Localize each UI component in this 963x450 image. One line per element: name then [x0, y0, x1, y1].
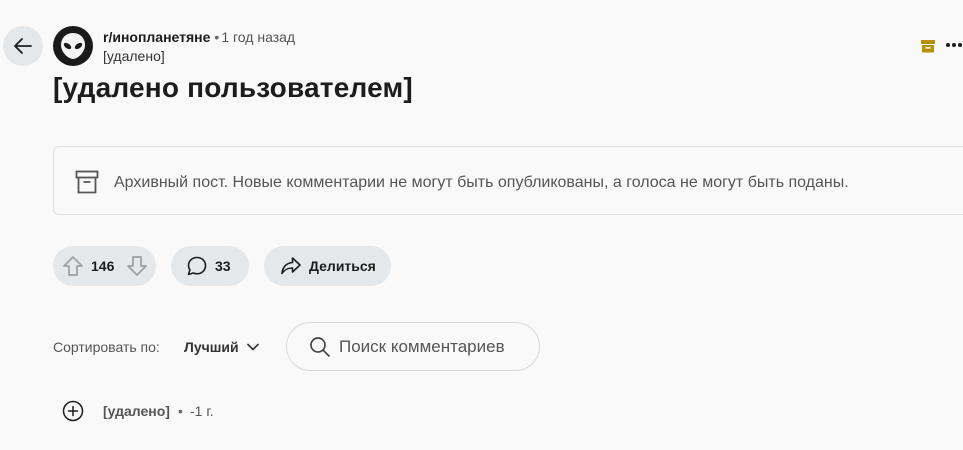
arrow-left-icon [14, 38, 32, 54]
comment-time: -1 г. [190, 403, 214, 419]
search-icon [310, 337, 330, 357]
downvote-icon[interactable] [125, 254, 149, 278]
comment-bubble-icon [187, 256, 207, 276]
vote-score: 146 [91, 258, 115, 274]
post-time: 1 год назад [221, 29, 296, 45]
comments-count: 33 [215, 258, 231, 274]
search-input[interactable] [339, 335, 529, 359]
more-options-button[interactable] [945, 33, 963, 57]
vote-bar: 146 [53, 246, 156, 286]
archive-box-icon [75, 170, 99, 194]
archive-notice-text: Архивный пост. Новые комментарии не могу… [114, 174, 849, 191]
meta-separator: • [214, 29, 220, 45]
sort-value: Лучший [184, 339, 239, 355]
share-button[interactable]: Делиться [264, 246, 391, 286]
share-label: Делиться [309, 258, 376, 274]
sort-dropdown[interactable]: Лучший [184, 336, 259, 358]
more-horizontal-icon [946, 43, 962, 47]
upvote-icon[interactable] [61, 254, 85, 278]
post-author: [удалено] [103, 48, 165, 64]
comment-search[interactable] [286, 322, 540, 371]
archive-icon [921, 40, 935, 53]
post-meta: r/инопланетяне • 1 год назад [103, 29, 295, 45]
archive-notice: Архивный пост. Новые комментарии не могу… [53, 146, 963, 215]
comments-button[interactable]: 33 [171, 246, 249, 286]
sort-label: Сортировать по: [53, 339, 160, 355]
back-button[interactable] [3, 26, 43, 66]
comment-author[interactable]: [удалено] [103, 403, 170, 419]
post-title: [удалено пользователем] [53, 72, 413, 103]
plus-circle-icon[interactable] [62, 400, 84, 422]
subreddit-avatar[interactable] [53, 26, 93, 66]
post-page: r/инопланетяне • 1 год назад [удалено] [уд… [0, 0, 963, 450]
share-icon [281, 257, 301, 275]
comment-separator: • [178, 403, 183, 419]
subreddit-link[interactable]: r/инопланетяне [103, 29, 210, 45]
chevron-down-icon [246, 343, 259, 351]
alien-icon [61, 33, 85, 59]
